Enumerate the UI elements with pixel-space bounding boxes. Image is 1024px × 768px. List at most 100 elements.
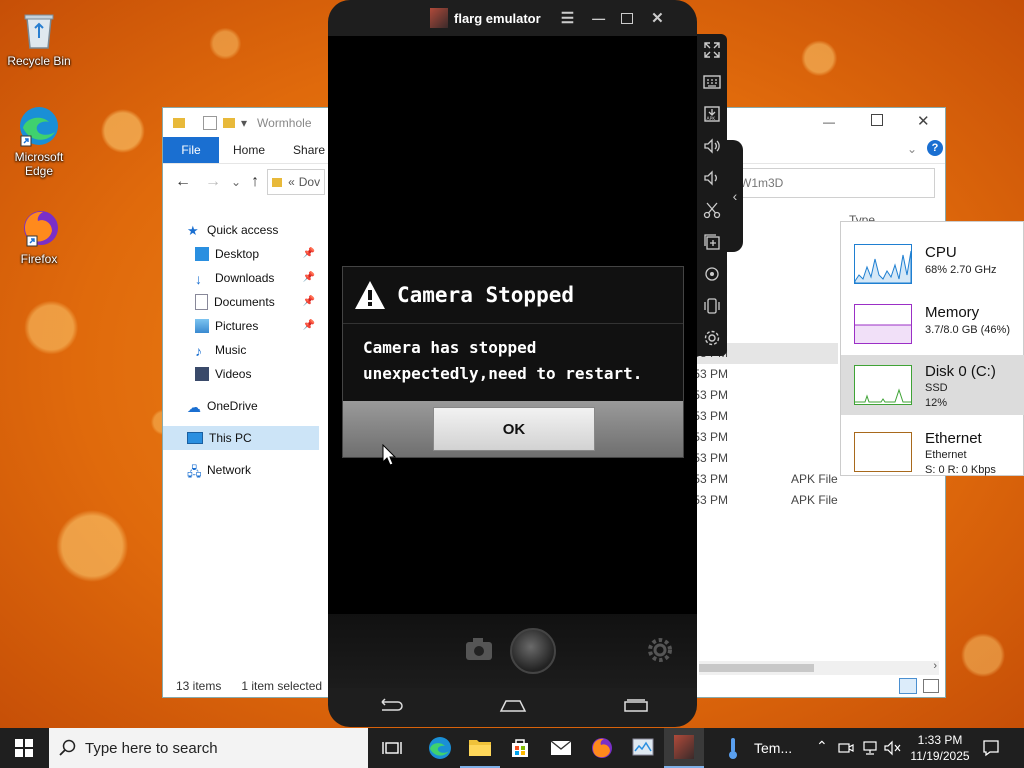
android-nav-bar — [328, 690, 697, 727]
nav-item-documents[interactable]: Documents 📌 — [163, 290, 319, 314]
multi-instance-button[interactable] — [697, 226, 727, 258]
nav-item-downloads[interactable]: ↓ Downloads 📌 — [163, 266, 319, 290]
show-hidden-icons-chevron[interactable]: ⌃ — [816, 738, 828, 755]
nav-item-desktop[interactable]: Desktop 📌 — [163, 242, 319, 266]
taskbar-firefox[interactable] — [582, 728, 622, 768]
nav-onedrive[interactable]: ☁ OneDrive — [163, 394, 319, 418]
tab-home[interactable]: Home — [219, 143, 279, 157]
quick-access-toolbar-dropdown[interactable]: ▾ — [241, 116, 247, 130]
details-view-icon[interactable] — [899, 678, 917, 694]
window-title: Wormhole — [257, 115, 312, 130]
ok-button[interactable]: OK — [433, 407, 595, 451]
notifications-icon[interactable] — [982, 739, 1000, 757]
help-icon[interactable]: ? — [927, 140, 943, 156]
recycle-bin-label: Recycle Bin — [7, 54, 71, 68]
taskbar-temperature-app[interactable]: Tem... — [720, 728, 804, 768]
firefox-shortcut[interactable]: Firefox — [1, 206, 77, 266]
nav-this-pc[interactable]: This PC — [163, 426, 319, 450]
search-box[interactable]: W1m3D — [723, 168, 935, 198]
android-back-icon — [380, 698, 403, 711]
start-button[interactable] — [4, 728, 44, 768]
camera-switch-button[interactable] — [464, 636, 494, 667]
nav-item-videos[interactable]: Videos — [163, 362, 319, 386]
back-button[interactable] — [376, 698, 404, 719]
scrollbar-thumb[interactable] — [699, 664, 814, 672]
shake-button[interactable] — [697, 290, 727, 322]
edge-shortcut[interactable]: Microsoft Edge — [1, 104, 77, 178]
recycle-bin-shortcut[interactable]: Recycle Bin — [1, 8, 77, 68]
network-icon: 🖧 — [187, 464, 202, 479]
large-icons-view-icon[interactable] — [923, 679, 939, 693]
install-apk-button[interactable]: APK — [697, 98, 727, 130]
dialog-message: Camera has stopped unexpectedly,need to … — [363, 338, 643, 383]
menu-icon[interactable]: ☰ — [561, 9, 574, 27]
back-icon[interactable]: ← — [175, 173, 191, 191]
volume-muted-icon[interactable] — [884, 740, 902, 756]
taskbar-store[interactable] — [500, 728, 540, 768]
location-button[interactable] — [697, 258, 727, 290]
network-icon[interactable] — [862, 740, 878, 756]
volume-down-button[interactable] — [697, 162, 727, 194]
task-view-button[interactable] — [372, 728, 412, 768]
taskbar-task-manager[interactable] — [623, 728, 663, 768]
perf-disk[interactable]: Disk 0 (C:) SSD 12% — [841, 355, 1024, 415]
taskbar-edge[interactable] — [420, 728, 460, 768]
horizontal-scrollbar[interactable]: › — [699, 660, 939, 675]
ribbon-expand-icon[interactable]: ⌄ — [907, 142, 917, 156]
screenshot-button[interactable] — [697, 194, 727, 226]
address-path: Dov — [298, 175, 321, 189]
pin-icon[interactable]: 📌 — [303, 296, 315, 307]
emulator-logo-icon — [674, 735, 694, 759]
scroll-right-icon[interactable]: › — [933, 660, 937, 672]
emulator-close-button[interactable]: ✕ — [651, 9, 664, 27]
nav-quick-access[interactable]: ★ Quick access — [163, 218, 319, 242]
nav-item-pictures[interactable]: Pictures 📌 — [163, 314, 319, 338]
search-icon — [59, 739, 76, 756]
volume-up-button[interactable] — [697, 130, 727, 162]
music-icon: ♪ — [195, 343, 202, 359]
tab-file[interactable]: File — [163, 137, 219, 163]
pin-icon[interactable]: 📌 — [303, 272, 315, 283]
maximize-button[interactable] — [871, 114, 883, 126]
address-input[interactable]: « Dov — [267, 169, 326, 195]
pin-icon[interactable]: 📌 — [303, 248, 315, 259]
perf-cpu[interactable]: CPU 68% 2.70 GHz — [841, 234, 1024, 294]
taskbar: Type here to search Tem... ⌃ 1:33 PM 11/… — [0, 728, 1024, 768]
keyboard-button[interactable] — [697, 66, 727, 98]
taskbar-mail[interactable] — [541, 728, 581, 768]
star-icon: ★ — [187, 223, 199, 238]
minimize-button[interactable]: — — [823, 115, 835, 129]
perf-memory[interactable]: Memory 3.7/8.0 GB (46%) — [841, 294, 1024, 354]
nav-item-music[interactable]: ♪ Music — [163, 338, 319, 362]
taskbar-clock[interactable]: 1:33 PM 11/19/2025 — [908, 732, 972, 764]
fullscreen-button[interactable] — [697, 34, 727, 66]
close-button[interactable]: ✕ — [917, 112, 930, 130]
emulator-maximize-button[interactable] — [621, 12, 634, 24]
taskbar-search-box[interactable]: Type here to search — [49, 728, 368, 768]
cloud-icon: ☁ — [187, 399, 201, 415]
task-manager-icon — [632, 738, 654, 756]
emulator-title-bar[interactable]: flarg emulator ☰ — ✕ — [328, 0, 697, 36]
pin-icon[interactable]: 📌 — [303, 320, 315, 331]
folder-icon — [469, 740, 491, 756]
recents-button[interactable] — [622, 698, 650, 719]
taskbar-file-explorer[interactable] — [460, 728, 500, 768]
properties-icon[interactable] — [203, 115, 217, 130]
shutter-button[interactable] — [510, 628, 556, 674]
up-icon[interactable]: ↑ — [251, 173, 259, 191]
meet-now-icon[interactable] — [838, 740, 854, 756]
nav-network[interactable]: 🖧 Network — [163, 458, 319, 482]
type-cell: APK File — [791, 493, 838, 507]
recent-locations-icon[interactable]: ⌄ — [231, 175, 241, 189]
taskbar-emulator[interactable] — [664, 728, 704, 768]
new-folder-icon[interactable] — [223, 117, 235, 128]
forward-icon[interactable]: → — [205, 173, 221, 191]
perf-ethernet[interactable]: Ethernet Ethernet S: 0 R: 0 Kbps — [841, 422, 1024, 482]
disk-usage: 12% — [925, 397, 948, 409]
home-button[interactable] — [499, 698, 527, 719]
chevron-left-icon: ‹ — [732, 188, 738, 204]
side-toolbar-collapse-handle[interactable]: ‹ — [727, 140, 743, 252]
camera-settings-button[interactable] — [646, 636, 674, 669]
settings-button[interactable] — [697, 322, 727, 354]
emulator-minimize-button[interactable]: — — [592, 11, 605, 26]
